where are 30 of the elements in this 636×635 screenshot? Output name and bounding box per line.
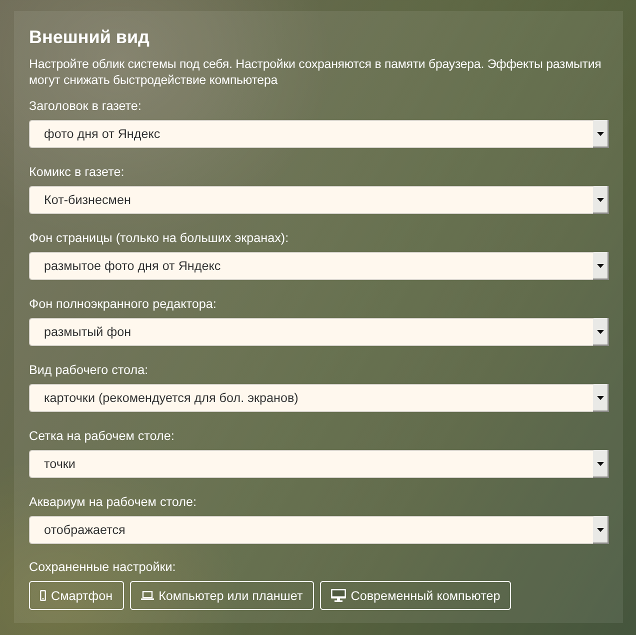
select-field[interactable]: отображается [29,516,609,544]
select-field[interactable]: размытый фон [29,318,609,346]
monitor-icon [330,589,346,602]
laptop-icon [140,591,154,600]
select-field[interactable]: фото дня от Яндекс [29,120,609,148]
field-label: Сохраненные настройки: [29,559,177,575]
field-label: Заголовок в газете: [29,98,142,114]
select-field[interactable]: карточки (рекомендуется для бол. экранов) [29,384,609,412]
field-label: Вид рабочего стола: [29,362,150,378]
caret-icon [593,318,609,346]
caret-icon [593,120,609,148]
caret-icon [593,252,609,280]
field-label: Комикс в газете: [29,164,126,180]
field-label: Фон страницы (только на больших экранах): [29,230,290,246]
panel-title: Внешний вид [29,26,150,48]
caret-icon [593,450,609,478]
field-label: Сетка на рабочем столе: [29,428,176,444]
select-field[interactable]: размытое фото дня от Яндекс [29,252,609,280]
field-label: Фон полноэкранного редактора: [29,296,218,312]
caret-icon [593,516,609,544]
panel-description: Настройте облик системы под себя. Настройки сохраняются в памяти браузера. Эффекты размытия могут снижать быстродействие компьютера [29,56,602,88]
select-field[interactable]: точки [29,450,609,478]
preset-button[interactable]: Компьютер или планшет [130,581,314,610]
select-field[interactable]: Кот-бизнесмен [29,186,609,214]
smartphone-icon [40,590,46,601]
preset-button[interactable]: Смартфон [29,581,124,610]
caret-icon [593,186,609,214]
caret-icon [593,384,609,412]
field-label: Аквариум на рабочем столе: [29,494,198,510]
preset-button[interactable]: Современный компьютер [320,581,512,610]
